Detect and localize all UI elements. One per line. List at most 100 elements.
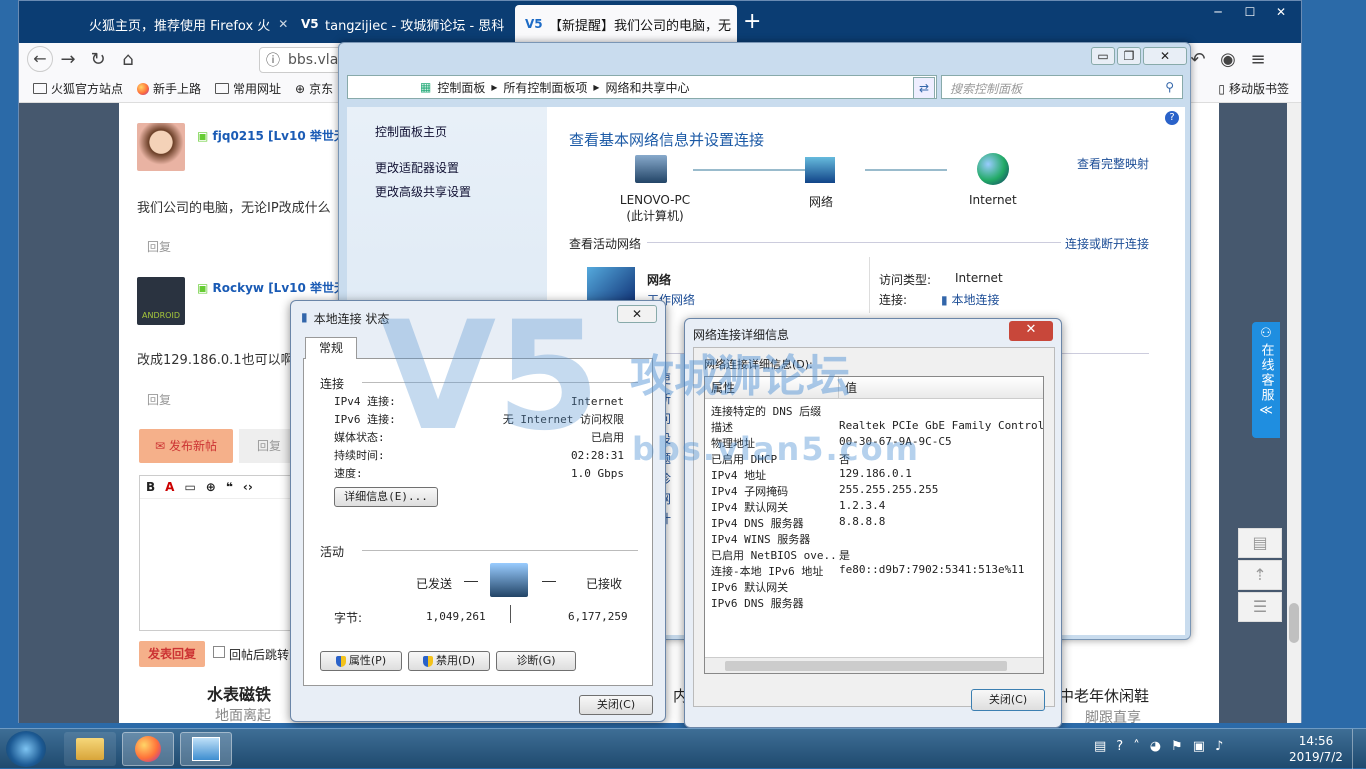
- reply-link[interactable]: 回复: [147, 391, 171, 408]
- code-icon[interactable]: ‹›: [243, 480, 253, 494]
- ad-text[interactable]: 脚跟直享: [1085, 707, 1141, 727]
- mobile-bookmarks[interactable]: ▯ 移动版书签: [1218, 80, 1289, 97]
- sharing-settings-link[interactable]: 更改高级共享设置: [375, 183, 471, 200]
- breadcrumb[interactable]: 所有控制面板项: [503, 79, 587, 96]
- bookmark-item[interactable]: 火狐官方站点: [33, 80, 123, 97]
- control-panel-taskbar-button[interactable]: [180, 732, 232, 766]
- tab-current-thread[interactable]: V5 【新提醒】我们公司的电脑，无 ✕: [515, 5, 737, 43]
- info-icon[interactable]: ⓘ: [266, 50, 280, 70]
- horizontal-scrollbar[interactable]: [705, 657, 1043, 673]
- search-input[interactable]: 搜索控制面板 ⚲: [941, 75, 1183, 99]
- disable-button[interactable]: 禁用(D): [408, 651, 490, 671]
- details-button[interactable]: 详细信息(E)...: [334, 487, 438, 507]
- list-item[interactable]: IPv4 默认网关 1.2.3.4: [705, 499, 1043, 515]
- volume-icon[interactable]: ♪: [1215, 739, 1223, 754]
- network-label[interactable]: 网络: [809, 193, 833, 210]
- avatar[interactable]: ANDROID: [137, 277, 185, 325]
- close-tab-icon[interactable]: ✕: [512, 17, 513, 31]
- keyboard-icon[interactable]: ▤: [1094, 739, 1106, 754]
- new-post-button[interactable]: ✉ 发布新帖: [139, 429, 233, 463]
- list-item[interactable]: 描述 Realtek PCIe GbE Family Controlle: [705, 419, 1043, 435]
- image-icon[interactable]: ▭: [184, 480, 195, 494]
- flag-icon[interactable]: ⚑: [1171, 739, 1183, 754]
- explorer-taskbar-button[interactable]: [64, 732, 116, 766]
- ad-text[interactable]: 中老年休闲鞋: [1059, 685, 1149, 706]
- show-desktop-button[interactable]: [1352, 729, 1366, 769]
- scrollbar-thumb[interactable]: [725, 661, 1007, 671]
- list-item[interactable]: IPv4 子网掩码 255.255.255.255: [705, 483, 1043, 499]
- firefox-taskbar-button[interactable]: [122, 732, 174, 766]
- list-item[interactable]: 已启用 NetBIOS ove... 是: [705, 547, 1043, 563]
- list-item[interactable]: 物理地址 00-30-67-9A-9C-C5: [705, 435, 1043, 451]
- close-button[interactable]: ✕: [1009, 321, 1053, 341]
- list-item[interactable]: 已启用 DHCP 否: [705, 451, 1043, 467]
- chevron-up-icon[interactable]: ˄: [1133, 739, 1140, 754]
- list-item[interactable]: 连接特定的 DNS 后缀: [705, 403, 1043, 419]
- submit-reply-button[interactable]: 发表回复: [139, 641, 205, 667]
- close-tab-icon[interactable]: ✕: [278, 17, 288, 31]
- breadcrumb[interactable]: 网络和共享中心: [605, 79, 689, 96]
- tab-general[interactable]: 常规: [305, 337, 357, 359]
- url-bar[interactable]: ⓘ bbs.vlan: [259, 47, 349, 73]
- comment-icon[interactable]: ▤: [1238, 528, 1282, 558]
- list-icon[interactable]: ☰: [1238, 592, 1282, 622]
- network-tray-icon[interactable]: ▣: [1193, 739, 1205, 754]
- ad-text[interactable]: 地面离起: [215, 705, 271, 725]
- help-icon[interactable]: ?: [1116, 739, 1123, 754]
- maximize-button[interactable]: ☐: [1235, 3, 1265, 21]
- forward-button[interactable]: →: [53, 49, 83, 70]
- list-item[interactable]: IPv4 DNS 服务器 8.8.8.8: [705, 515, 1043, 531]
- minimize-button[interactable]: ─: [1203, 3, 1233, 21]
- internet-label[interactable]: Internet: [969, 193, 1017, 207]
- quote-icon[interactable]: ❝: [226, 480, 233, 494]
- tab-forum-user[interactable]: V5 tangzijiec - 攻城狮论坛 - 思科 ✕: [291, 5, 513, 43]
- close-button[interactable]: ✕: [1143, 47, 1187, 65]
- local-connection-link[interactable]: ▮ 本地连接: [941, 291, 999, 308]
- back-button[interactable]: ←: [27, 46, 53, 72]
- maximize-button[interactable]: ❐: [1117, 47, 1141, 65]
- clock[interactable]: 14:56 2019/7/2: [1286, 733, 1346, 765]
- bookmark-item[interactable]: 新手上路: [137, 80, 201, 97]
- qq-icon[interactable]: ◕: [1150, 739, 1161, 754]
- link-icon[interactable]: ⊕: [206, 480, 216, 494]
- scrollbar[interactable]: [1287, 103, 1301, 723]
- close-window-button[interactable]: ✕: [1265, 3, 1297, 21]
- back-to-top-icon[interactable]: ⇡: [1238, 560, 1282, 590]
- list-item[interactable]: IPv6 默认网关: [705, 579, 1043, 595]
- breadcrumb[interactable]: 控制面板: [437, 79, 485, 96]
- tab-firefox-home[interactable]: 火狐主页，推荐使用 Firefox 火 ✕: [71, 5, 289, 43]
- reply-link[interactable]: 回复: [147, 238, 171, 255]
- menu-icon[interactable]: ≡: [1243, 49, 1273, 70]
- bookmark-item[interactable]: ⊕ 京东: [295, 80, 333, 97]
- pc-label[interactable]: LENOVO-PC (此计算机): [617, 193, 693, 224]
- list-item[interactable]: IPv4 WINS 服务器: [705, 531, 1043, 547]
- avatar[interactable]: [137, 123, 185, 171]
- minimize-button[interactable]: ▭: [1091, 47, 1115, 65]
- home-button[interactable]: ⌂: [113, 49, 143, 70]
- reload-button[interactable]: ↻: [83, 49, 113, 70]
- column-header[interactable]: 属性: [705, 377, 839, 398]
- refresh-icon[interactable]: ⇄: [913, 77, 935, 99]
- list-item[interactable]: 连接-本地 IPv6 地址 fe80::d9b7:7902:5341:513e%1…: [705, 563, 1043, 579]
- properties-button[interactable]: 属性(P): [320, 651, 402, 671]
- connect-link[interactable]: 连接或断开连接: [1065, 235, 1149, 252]
- search-icon[interactable]: ⚲: [1165, 80, 1174, 94]
- details-listview[interactable]: 属性 值 连接特定的 DNS 后缀 描述 Realtek PCIe GbE Fam…: [704, 376, 1044, 674]
- close-dialog-button[interactable]: 关闭(C): [971, 689, 1045, 711]
- scrollbar-thumb[interactable]: [1289, 603, 1299, 643]
- list-item[interactable]: IPv4 地址 129.186.0.1: [705, 467, 1043, 483]
- font-color-icon[interactable]: A: [165, 480, 174, 494]
- help-icon[interactable]: ?: [1165, 111, 1179, 125]
- new-tab-button[interactable]: +: [743, 9, 761, 34]
- ad-text[interactable]: 水表磁铁: [207, 681, 271, 705]
- close-dialog-button[interactable]: 关闭(C): [579, 695, 653, 715]
- full-map-link[interactable]: 查看完整映射: [1077, 155, 1149, 172]
- online-service-button[interactable]: ⚇ 在线客服 ≪: [1252, 322, 1280, 438]
- bookmark-item[interactable]: 常用网址: [215, 80, 281, 97]
- checkbox[interactable]: [213, 646, 225, 658]
- list-item[interactable]: IPv6 DNS 服务器: [705, 595, 1043, 611]
- column-header[interactable]: 值: [839, 377, 857, 398]
- close-button[interactable]: ✕: [617, 305, 657, 323]
- cp-home-link[interactable]: 控制面板主页: [375, 123, 447, 140]
- adapter-settings-link[interactable]: 更改适配器设置: [375, 159, 459, 176]
